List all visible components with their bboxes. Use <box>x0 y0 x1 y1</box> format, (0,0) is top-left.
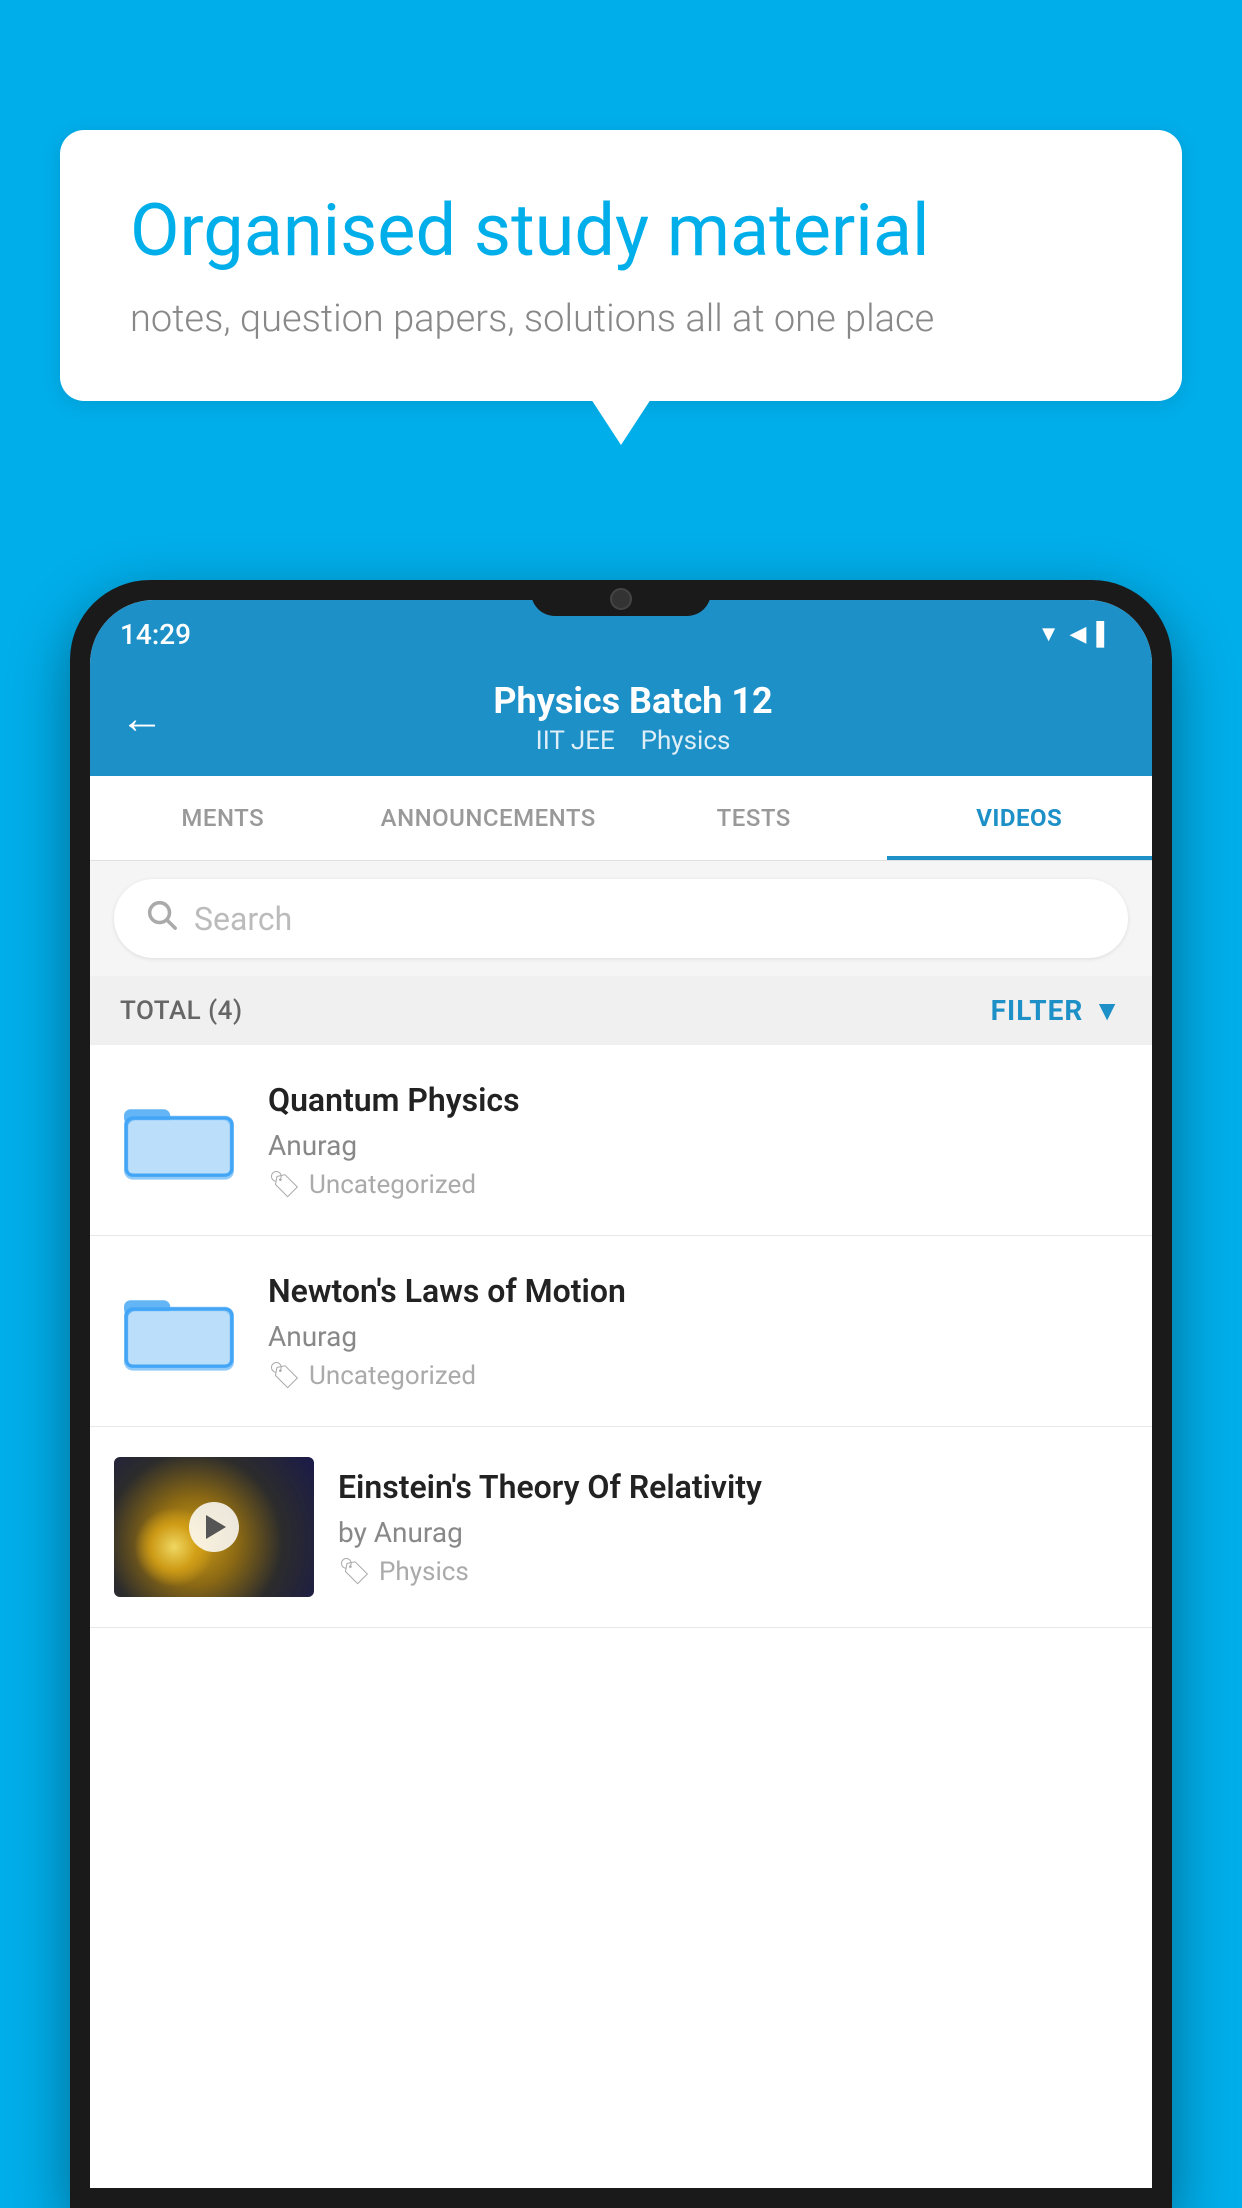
item-author: by Anurag <box>338 1516 1128 1549</box>
phone-screen: 14:29 ▼ ◀ ▌ ← Physics Batch 12 IIT JEE P… <box>90 600 1152 2188</box>
item-info-quantum: Quantum Physics Anurag 🏷 Uncategorized <box>268 1080 1128 1201</box>
item-thumbnail-quantum <box>114 1075 244 1205</box>
play-button[interactable] <box>189 1502 239 1552</box>
list-item[interactable]: Einstein's Theory Of Relativity by Anura… <box>90 1427 1152 1628</box>
search-bar[interactable]: Search <box>114 879 1128 958</box>
signal-icon: ◀ <box>1069 622 1086 647</box>
header-subtitle: IIT JEE Physics <box>184 726 1082 756</box>
item-author: Anurag <box>268 1320 1128 1353</box>
item-title: Newton's Laws of Motion <box>268 1271 1128 1313</box>
phone-camera <box>610 588 632 610</box>
filter-bar: TOTAL (4) FILTER ▼ <box>90 976 1152 1045</box>
list-item[interactable]: Quantum Physics Anurag 🏷 Uncategorized <box>90 1045 1152 1236</box>
total-count-label: TOTAL (4) <box>120 996 243 1026</box>
play-triangle-icon <box>206 1515 226 1539</box>
item-thumbnail-newton <box>114 1266 244 1396</box>
phone-frame: 14:29 ▼ ◀ ▌ ← Physics Batch 12 IIT JEE P… <box>70 580 1172 2208</box>
item-tag: 🏷 Uncategorized <box>268 1361 1128 1391</box>
speech-bubble: Organised study material notes, question… <box>60 130 1182 401</box>
tab-videos[interactable]: VIDEOS <box>887 776 1153 860</box>
wifi-icon: ▼ <box>1038 621 1060 647</box>
header-title: Physics Batch 12 <box>184 680 1082 722</box>
tag-icon: 🏷 <box>338 1557 371 1587</box>
tag-icon: 🏷 <box>268 1361 301 1391</box>
app-header: ← Physics Batch 12 IIT JEE Physics <box>90 660 1152 776</box>
item-author: Anurag <box>268 1129 1128 1162</box>
search-bar-wrapper: Search <box>90 861 1152 976</box>
status-time: 14:29 <box>120 618 191 651</box>
filter-button[interactable]: FILTER ▼ <box>991 994 1122 1027</box>
tag-icon: 🏷 <box>268 1170 301 1200</box>
tab-announcements[interactable]: ANNOUNCEMENTS <box>356 776 622 860</box>
item-tag: 🏷 Physics <box>338 1557 1128 1587</box>
item-title: Quantum Physics <box>268 1080 1128 1122</box>
speech-bubble-heading: Organised study material <box>130 190 1112 273</box>
tab-tests[interactable]: TESTS <box>621 776 887 860</box>
filter-label: FILTER <box>991 994 1084 1027</box>
item-info-newton: Newton's Laws of Motion Anurag 🏷 Uncateg… <box>268 1271 1128 1392</box>
item-title: Einstein's Theory Of Relativity <box>338 1467 1128 1509</box>
header-subtitle-physics: Physics <box>641 726 731 756</box>
header-title-block: Physics Batch 12 IIT JEE Physics <box>184 680 1082 756</box>
tab-ments[interactable]: MENTS <box>90 776 356 860</box>
search-placeholder: Search <box>194 900 292 938</box>
header-subtitle-iitjee: IIT JEE <box>536 726 615 756</box>
back-button[interactable]: ← <box>120 692 164 744</box>
tabs-bar: MENTS ANNOUNCEMENTS TESTS VIDEOS <box>90 776 1152 861</box>
item-info-einstein: Einstein's Theory Of Relativity by Anura… <box>338 1467 1128 1588</box>
search-icon <box>144 897 178 940</box>
speech-bubble-subtext: notes, question papers, solutions all at… <box>130 297 1112 341</box>
battery-icon: ▌ <box>1096 621 1112 647</box>
phone-notch <box>531 580 711 616</box>
status-icons: ▼ ◀ ▌ <box>1038 621 1112 647</box>
item-thumbnail-einstein <box>114 1457 314 1597</box>
video-list: Quantum Physics Anurag 🏷 Uncategorized <box>90 1045 1152 1628</box>
list-item[interactable]: Newton's Laws of Motion Anurag 🏷 Uncateg… <box>90 1236 1152 1427</box>
filter-icon: ▼ <box>1093 994 1122 1027</box>
item-tag: 🏷 Uncategorized <box>268 1170 1128 1200</box>
speech-bubble-container: Organised study material notes, question… <box>60 130 1182 401</box>
